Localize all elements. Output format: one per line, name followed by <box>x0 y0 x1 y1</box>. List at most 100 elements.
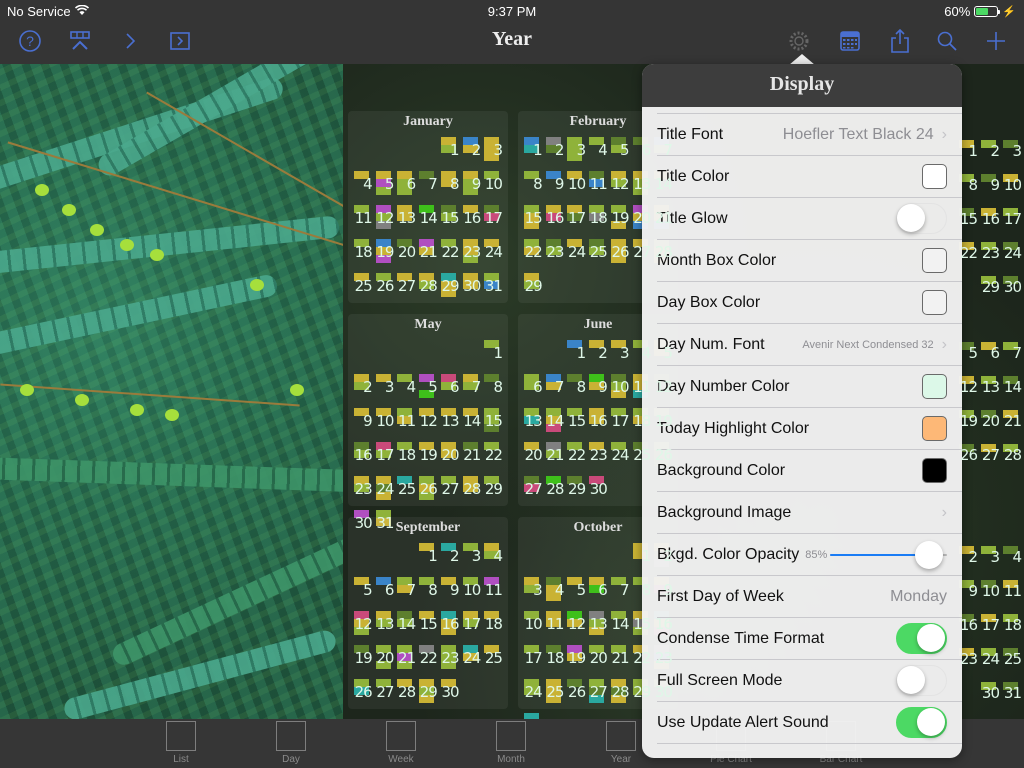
day-cell[interactable]: 14 <box>544 404 566 438</box>
add-icon[interactable] <box>983 28 1009 54</box>
chevron-right-icon[interactable] <box>117 28 143 54</box>
day-cell[interactable]: 27 <box>374 675 396 709</box>
day-cell[interactable]: 10 <box>979 574 1001 608</box>
day-cell[interactable]: 4 <box>544 573 566 607</box>
month-may[interactable]: May 1 2 3 4 5 6 7 8 9 10 11 12 13 14 15 16 17 18 19 20 21 22 23… <box>348 314 508 532</box>
day-cell[interactable]: 3 <box>374 370 396 404</box>
day-cell[interactable]: 28 <box>395 675 417 709</box>
day-cell[interactable]: 3 <box>522 573 544 607</box>
day-cell[interactable]: 18 <box>587 201 609 235</box>
day-cell[interactable]: 16 <box>544 201 566 235</box>
day-cell[interactable]: 29 <box>482 472 504 506</box>
day-cell[interactable]: 1 <box>522 133 544 167</box>
day-cell[interactable]: 5 <box>352 573 374 607</box>
day-cell[interactable]: 13 <box>439 404 461 438</box>
day-cell[interactable]: 2 <box>461 133 483 167</box>
day-cell[interactable]: 23 <box>979 236 1001 270</box>
setting-day-number-color[interactable]: Day Number Color <box>657 366 962 408</box>
day-cell[interactable]: 23 <box>587 438 609 472</box>
setting-condense-time-format[interactable]: Condense Time Format <box>657 618 962 660</box>
tab-list[interactable]: List <box>151 721 211 765</box>
tab-month[interactable]: Month <box>481 721 541 765</box>
day-cell[interactable]: 30 <box>979 676 1001 710</box>
setting-background-color[interactable]: Background Color <box>657 450 962 492</box>
day-cell[interactable]: 25 <box>395 472 417 506</box>
day-cell[interactable]: 29 <box>417 675 439 709</box>
day-cell[interactable]: 3 <box>1001 134 1023 168</box>
toggle-switch[interactable] <box>896 623 947 654</box>
search-icon[interactable] <box>934 28 960 54</box>
day-cell[interactable]: 22 <box>522 235 544 269</box>
day-cell[interactable]: 15 <box>482 404 504 438</box>
day-cell[interactable]: 9 <box>979 168 1001 202</box>
day-cell[interactable]: 3 <box>609 336 631 370</box>
setting-bkgd-color-opacity[interactable]: Bkgd. Color Opacity 85% <box>657 534 962 576</box>
day-cell[interactable]: 13 <box>979 370 1001 404</box>
day-cell[interactable]: 30 <box>439 675 461 709</box>
day-cell[interactable]: 12 <box>565 607 587 641</box>
opacity-slider[interactable] <box>830 540 947 569</box>
day-cell[interactable]: 10 <box>565 167 587 201</box>
setting-use-update-alert-sound[interactable]: Use Update Alert Sound <box>657 702 962 744</box>
day-cell[interactable]: 24 <box>522 675 544 709</box>
day-cell[interactable]: 14 <box>1001 370 1023 404</box>
day-cell[interactable]: 23 <box>461 235 483 269</box>
day-cell[interactable]: 15 <box>417 607 439 641</box>
day-cell[interactable]: 28 <box>417 269 439 303</box>
day-cell[interactable]: 16 <box>587 404 609 438</box>
day-cell[interactable]: 7 <box>417 167 439 201</box>
day-cell[interactable]: 6 <box>979 336 1001 370</box>
day-cell[interactable]: 23 <box>544 235 566 269</box>
day-cell[interactable]: 1 <box>482 336 504 370</box>
day-cell[interactable]: 15 <box>522 201 544 235</box>
day-cell[interactable]: 10 <box>482 167 504 201</box>
color-swatch[interactable] <box>922 416 947 441</box>
day-cell[interactable]: 4 <box>1001 540 1023 574</box>
toggle-switch[interactable] <box>896 203 947 234</box>
day-cell[interactable]: 8 <box>439 167 461 201</box>
day-cell[interactable]: 11 <box>1001 574 1023 608</box>
day-cell[interactable]: 24 <box>374 472 396 506</box>
slider-thumb[interactable] <box>915 540 944 569</box>
day-cell[interactable]: 16 <box>352 438 374 472</box>
day-cell[interactable]: 21 <box>417 235 439 269</box>
day-cell[interactable]: 15 <box>439 201 461 235</box>
setting-background-image[interactable]: Background Image › <box>657 492 962 534</box>
day-cell[interactable]: 21 <box>544 438 566 472</box>
day-cell[interactable]: 2 <box>439 539 461 573</box>
day-cell[interactable]: 28 <box>1001 438 1023 472</box>
day-cell[interactable]: 11 <box>544 607 566 641</box>
day-cell[interactable]: 22 <box>565 438 587 472</box>
day-cell[interactable]: 17 <box>1001 202 1023 236</box>
toggle-switch[interactable] <box>896 665 947 696</box>
day-cell[interactable]: 14 <box>609 607 631 641</box>
day-cell[interactable]: 13 <box>395 201 417 235</box>
day-cell[interactable]: 19 <box>417 438 439 472</box>
day-cell[interactable]: 20 <box>979 404 1001 438</box>
day-cell[interactable]: 11 <box>587 167 609 201</box>
day-cell[interactable]: 8 <box>565 370 587 404</box>
day-cell[interactable]: 25 <box>587 235 609 269</box>
setting-title-font[interactable]: Title Font Hoefler Text Black 24 › <box>657 114 962 156</box>
color-swatch[interactable] <box>922 164 947 189</box>
day-cell[interactable]: 24 <box>979 642 1001 676</box>
day-cell[interactable]: 6 <box>439 370 461 404</box>
day-cell[interactable]: 6 <box>587 573 609 607</box>
day-cell[interactable]: 20 <box>374 641 396 675</box>
day-cell[interactable]: 20 <box>522 438 544 472</box>
day-cell[interactable]: 17 <box>979 608 1001 642</box>
day-cell[interactable]: 9 <box>461 167 483 201</box>
day-cell[interactable]: 31 <box>522 709 544 719</box>
day-cell[interactable]: 5 <box>609 133 631 167</box>
day-cell[interactable]: 6 <box>395 167 417 201</box>
month-september[interactable]: September 1 2 3 4 5 6 7 8 9 10 11 12 13 14 15 16 17 18 19 20… <box>348 517 508 709</box>
day-cell[interactable]: 13 <box>587 607 609 641</box>
day-cell[interactable]: 16 <box>461 201 483 235</box>
day-cell[interactable]: 2 <box>587 336 609 370</box>
day-cell[interactable]: 29 <box>565 472 587 506</box>
day-cell[interactable]: 27 <box>522 472 544 506</box>
setting-day-num-font[interactable]: Day Num. Font Avenir Next Condensed 32 › <box>657 324 962 366</box>
day-cell[interactable]: 7 <box>544 370 566 404</box>
day-cell[interactable]: 14 <box>461 404 483 438</box>
day-cell[interactable]: 4 <box>587 133 609 167</box>
